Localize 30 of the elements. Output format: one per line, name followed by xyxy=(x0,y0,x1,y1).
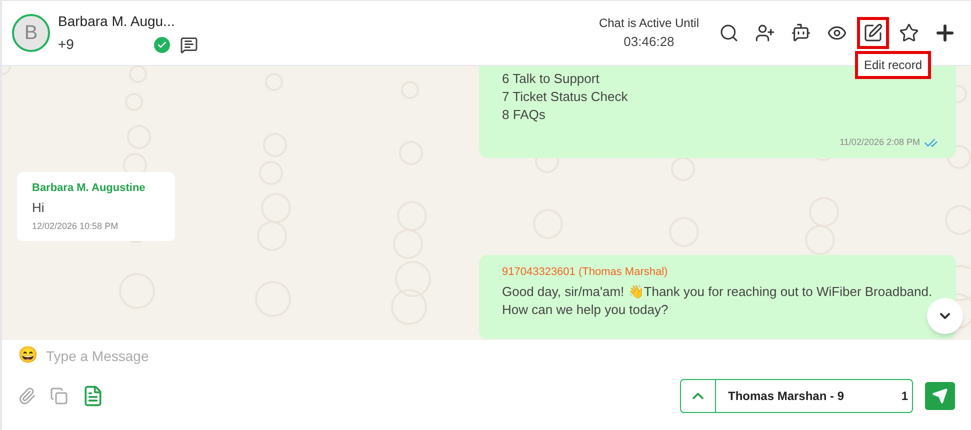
message-text: 8 FAQs xyxy=(502,106,546,124)
agent-name: Thomas Marshan - 9 xyxy=(728,388,844,405)
sender-name: 917043323601 (Thomas Marshal) xyxy=(502,265,669,280)
contact-card-icon[interactable] xyxy=(180,36,198,54)
message-input[interactable]: Type a Message xyxy=(46,346,955,366)
agent-selector[interactable]: Thomas Marshan - 9 1 xyxy=(680,379,913,413)
message-text: Good day, sir/ma'am! 👋Thank you for reaching out to WiFiber Broadband. xyxy=(502,282,932,300)
send-icon xyxy=(932,388,948,404)
star-icon xyxy=(899,23,919,43)
agent-id-tail: 1 xyxy=(901,388,908,405)
chat-status-label: Chat is Active Until xyxy=(598,15,699,32)
sender-name: Barbara M. Augustine xyxy=(32,181,146,196)
search-icon xyxy=(719,23,739,43)
edit-icon xyxy=(863,23,883,43)
note-icon[interactable] xyxy=(82,385,104,407)
message-text: How can we help you today? xyxy=(502,300,668,318)
edit-button[interactable] xyxy=(857,17,889,49)
send-button[interactable] xyxy=(925,382,955,410)
tooltip: Edit record xyxy=(855,51,932,79)
chat-timer: 03:46:28 xyxy=(624,33,674,52)
contact-name: Barbara M. Augu... xyxy=(58,12,176,31)
message-time: 12/02/2026 10:58 PM xyxy=(32,220,118,232)
message-time: 11/02/2026 2:08 PM xyxy=(840,136,920,150)
add-user-icon xyxy=(755,23,775,43)
chat-bot-icon xyxy=(791,23,811,43)
contact-avatar: B xyxy=(12,14,50,52)
message-text: 7 Ticket Status Check xyxy=(502,88,628,106)
message-text: 6 Talk to Support xyxy=(502,70,600,88)
message-text: Hi xyxy=(32,198,44,216)
contact-phone: +9 xyxy=(58,35,74,54)
